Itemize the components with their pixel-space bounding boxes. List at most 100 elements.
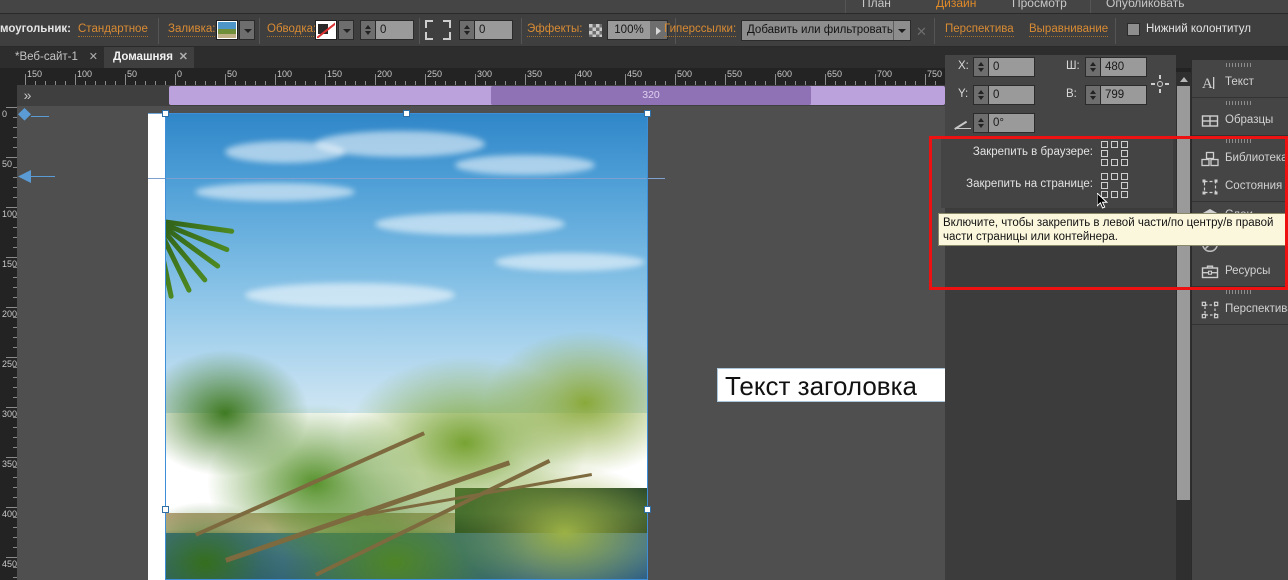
panel-grip[interactable] — [1192, 287, 1288, 296]
design-canvas[interactable]: Текст заголовка — [17, 106, 945, 580]
breakpoint-active-range[interactable]: 320 — [491, 86, 811, 105]
pin-cell-bl[interactable] — [1101, 159, 1108, 166]
width-input[interactable]: 480 — [1101, 57, 1147, 77]
panel-grip[interactable] — [1192, 98, 1288, 107]
effects-label[interactable]: Эффекты: — [527, 23, 583, 37]
pin-cell-tc[interactable] — [1111, 141, 1118, 148]
pin-cell-ml[interactable] — [1101, 150, 1108, 157]
rotation-input[interactable]: 0° — [989, 113, 1035, 133]
corner-radius-icon[interactable] — [425, 20, 451, 40]
stroke-dropdown-button[interactable] — [338, 20, 354, 40]
heading-text-frame[interactable]: Текст заголовка — [717, 368, 945, 402]
heading-text[interactable]: Текст заголовка — [725, 371, 917, 402]
ruler-label: 550 — [727, 69, 743, 79]
height-input[interactable]: 799 — [1101, 85, 1147, 105]
main-menu-bar[interactable]: План Дизайн Просмотр Опубликовать — [0, 0, 1288, 13]
pin-cell-tl[interactable] — [1101, 173, 1108, 180]
dock-item-ресурсы[interactable]: Ресурсы — [1192, 258, 1288, 286]
scrollbar-thumb[interactable] — [1177, 86, 1190, 500]
x-stepper[interactable] — [973, 57, 989, 77]
close-icon[interactable]: ✕ — [89, 47, 98, 68]
ruler-label: 450 — [2, 559, 17, 569]
pin-cell-mr[interactable] — [1121, 182, 1128, 189]
dock-section-1: Образцы — [1192, 98, 1288, 136]
scroll-up-button[interactable] — [1176, 72, 1191, 85]
y-stepper[interactable] — [973, 85, 989, 105]
pin-cell-bc[interactable] — [1111, 159, 1118, 166]
corner-radius-input[interactable]: 0 — [475, 20, 513, 40]
document-tab-0[interactable]: *Веб-сайт-1 ✕ — [6, 47, 104, 68]
panel-grip[interactable] — [1192, 60, 1288, 69]
pin-cell-mr[interactable] — [1121, 150, 1128, 157]
fill-dropdown-button[interactable] — [239, 20, 255, 40]
close-icon[interactable]: ✕ — [179, 47, 188, 68]
vertical-ruler[interactable]: 0 50 100 150 200 250 300 350 400 450 — [0, 85, 17, 580]
hyperlink-clear-button[interactable]: ✕ — [916, 24, 927, 40]
pin-cell-ml[interactable] — [1101, 182, 1108, 189]
shape-style-link[interactable]: Стандартное — [78, 23, 148, 37]
dock-item-label: Образцы — [1225, 114, 1274, 126]
pin-cell-tl[interactable] — [1101, 141, 1108, 148]
pin-browser-grid[interactable] — [1101, 141, 1129, 167]
stroke-swatch[interactable] — [315, 20, 337, 40]
ruler-tick — [6, 357, 17, 358]
effects-glyph-icon[interactable] — [1151, 75, 1169, 93]
ruler-tick — [575, 74, 576, 85]
pin-cell-tr[interactable] — [1121, 173, 1128, 180]
hyperlink-select[interactable]: Добавить или фильтровать — [741, 20, 911, 41]
height-stepper[interactable] — [1085, 85, 1101, 105]
resize-handle-top-left[interactable] — [162, 110, 169, 117]
stroke-label[interactable]: Обводка: — [267, 23, 317, 37]
ruler-tick — [625, 74, 626, 85]
dock-item-состояния[interactable]: Состояния — [1192, 173, 1288, 201]
collapse-breakpoints-icon[interactable]: » — [17, 85, 38, 106]
ruler-tick — [725, 74, 726, 85]
pin-cell-br[interactable] — [1121, 159, 1128, 166]
perspective-button[interactable]: Перспектива — [945, 23, 1014, 37]
pin-cell-bc[interactable] — [1111, 191, 1118, 198]
canvas-vertical-scrollbar[interactable] — [1176, 72, 1191, 580]
corner-radius-stepper[interactable] — [459, 20, 475, 40]
resize-handle-top-center[interactable] — [403, 110, 410, 117]
menu-item-3[interactable]: Опубликовать — [1106, 0, 1184, 10]
menu-item-1[interactable]: Дизайн — [936, 0, 976, 10]
ruler-tick — [775, 74, 776, 85]
dock-item-перспектива[interactable]: Перспектива — [1192, 296, 1288, 324]
menu-item-0[interactable]: План — [862, 0, 891, 10]
x-input[interactable]: 0 — [989, 57, 1035, 77]
stroke-width-input[interactable]: 0 — [376, 20, 414, 40]
document-tab-1[interactable]: Домашняя ✕ — [104, 47, 194, 68]
fill-swatch[interactable] — [216, 20, 238, 40]
pin-page-label: Закрепить на странице: — [966, 178, 1093, 190]
dock-section-2: Библиотека Состояния — [1192, 136, 1288, 202]
pin-browser-row: Закрепить в браузере: — [941, 138, 1173, 170]
shape-type-label: моугольник: — [0, 23, 71, 35]
dock-item-библиотека[interactable]: Библиотека — [1192, 145, 1288, 173]
ruler-label: 200 — [377, 69, 393, 79]
ruler-label: 100 — [2, 209, 17, 219]
pin-cell-br[interactable] — [1121, 191, 1128, 198]
resize-handle-top-right[interactable] — [644, 110, 651, 117]
pin-cell-tc[interactable] — [1111, 173, 1118, 180]
align-button[interactable]: Выравнивание — [1029, 23, 1109, 37]
ruler-label: 250 — [427, 69, 443, 79]
fill-label[interactable]: Заливка: — [168, 23, 216, 37]
y-input[interactable]: 0 — [989, 85, 1035, 105]
resize-handle-bottom-left[interactable] — [162, 506, 169, 513]
rotation-stepper[interactable] — [973, 113, 989, 133]
pin-cell-tr[interactable] — [1121, 141, 1128, 148]
dock-item-текст[interactable]: A Текст — [1192, 69, 1288, 97]
stroke-width-stepper[interactable] — [360, 20, 376, 40]
menu-item-2[interactable]: Просмотр — [1012, 0, 1067, 10]
resize-handle-bottom-right[interactable] — [644, 506, 651, 513]
hyperlinks-label[interactable]: Гиперссылки: — [664, 23, 737, 37]
breakpoint-track[interactable]: 320 — [169, 86, 945, 105]
dock-item-образцы[interactable]: Образцы — [1192, 107, 1288, 135]
footer-checkbox[interactable] — [1127, 23, 1140, 36]
width-stepper[interactable] — [1085, 57, 1101, 77]
panel-grip[interactable] — [1192, 136, 1288, 145]
chevron-down-icon[interactable] — [893, 21, 910, 40]
opacity-input[interactable]: 100% — [607, 20, 651, 40]
ruler-label: 50 — [127, 69, 138, 79]
effects-icon[interactable] — [589, 24, 602, 37]
